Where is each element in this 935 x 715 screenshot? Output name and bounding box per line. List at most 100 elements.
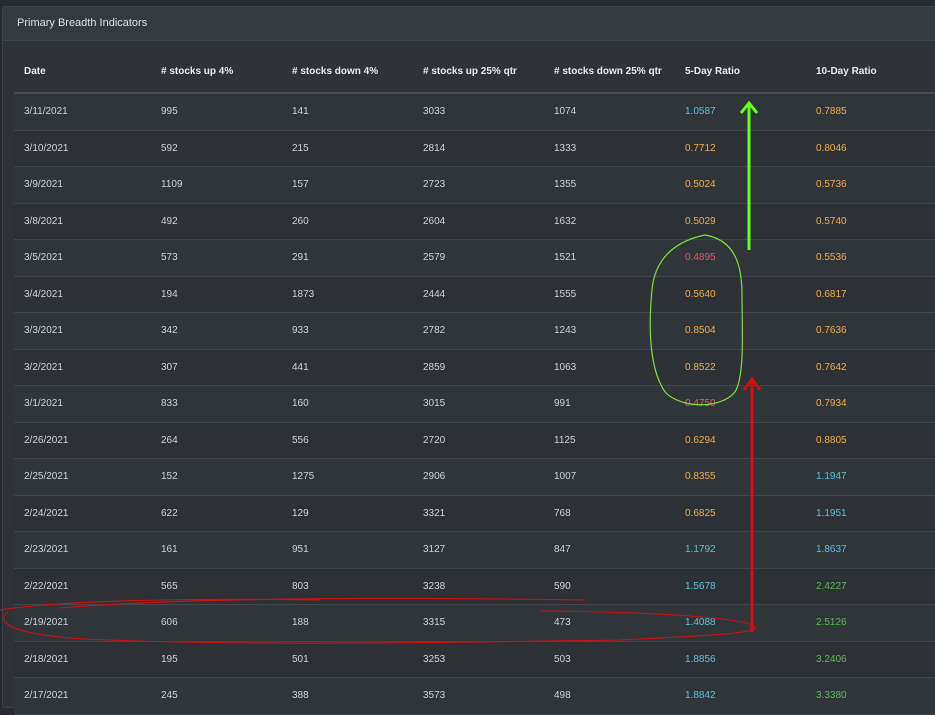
ratio-5-day-cell: 1.8856 [675,641,806,678]
stocks-up-4-cell: 152 [151,458,282,496]
stocks-down-25-cell: 1555 [544,276,675,313]
stocks-down-4-cell: 951 [282,531,413,569]
col-header-10-day-ratio[interactable]: 10-Day Ratio [806,50,935,94]
table-body: 3/11/2021 995 141 3033 1074 1.0587 0.7885 3/10/… [14,93,935,715]
table-row[interactable]: 2/19/2021 606 188 3315 473 1.4088 2.5126 [14,604,935,642]
table-row[interactable]: 3/4/2021 194 1873 2444 1555 0.5640 0.6817 [14,276,935,313]
ratio-5-day-cell: 0.5029 [675,203,806,240]
stocks-down-4-cell: 388 [282,677,413,715]
stocks-up-25-cell: 2906 [413,458,544,496]
stocks-down-25-cell: 590 [544,568,675,605]
ratio-10-day-cell: 0.5536 [806,239,935,277]
table-row[interactable]: 2/17/2021 245 388 3573 498 1.8842 3.3380 [14,677,935,715]
stocks-up-25-cell: 3238 [413,568,544,605]
stocks-up-25-cell: 3315 [413,604,544,642]
table-row[interactable]: 3/2/2021 307 441 2859 1063 0.8522 0.7642 [14,349,935,386]
stocks-down-4-cell: 157 [282,166,413,204]
stocks-up-4-cell: 245 [151,677,282,715]
date-cell: 3/3/2021 [14,312,151,350]
stocks-down-25-cell: 503 [544,641,675,678]
panel-title: Primary Breadth Indicators [3,7,935,41]
stocks-down-4-cell: 1275 [282,458,413,496]
stocks-up-4-cell: 492 [151,203,282,240]
stocks-down-25-cell: 1355 [544,166,675,204]
stocks-down-4-cell: 1873 [282,276,413,313]
date-cell: 3/5/2021 [14,239,151,277]
ratio-5-day-cell: 1.0587 [675,93,806,131]
date-cell: 2/23/2021 [14,531,151,569]
stocks-up-4-cell: 622 [151,495,282,532]
stocks-up-25-cell: 2859 [413,349,544,386]
stocks-up-25-cell: 2579 [413,239,544,277]
date-cell: 3/10/2021 [14,130,151,167]
table-row[interactable]: 2/22/2021 565 803 3238 590 1.5678 2.4227 [14,568,935,605]
table-row[interactable]: 3/8/2021 492 260 2604 1632 0.5029 0.5740 [14,203,935,240]
stocks-down-25-cell: 1074 [544,93,675,131]
stocks-up-4-cell: 565 [151,568,282,605]
col-header-stocks-down-4[interactable]: # stocks down 4% [282,50,413,94]
date-cell: 2/17/2021 [14,677,151,715]
col-header-stocks-up-4[interactable]: # stocks up 4% [151,50,282,94]
stocks-down-4-cell: 129 [282,495,413,532]
table-row[interactable]: 3/3/2021 342 933 2782 1243 0.8504 0.7636 [14,312,935,350]
stocks-up-25-cell: 3015 [413,385,544,423]
stocks-up-4-cell: 833 [151,385,282,423]
date-cell: 3/9/2021 [14,166,151,204]
breadth-table-container: Date # stocks up 4% # stocks down 4% # s… [14,50,935,715]
ratio-10-day-cell: 1.8637 [806,531,935,569]
stocks-up-4-cell: 307 [151,349,282,386]
col-header-5-day-ratio[interactable]: 5-Day Ratio [675,50,806,94]
ratio-10-day-cell: 2.5126 [806,604,935,642]
table-row[interactable]: 2/18/2021 195 501 3253 503 1.8856 3.2406 [14,641,935,678]
ratio-10-day-cell: 0.7885 [806,93,935,131]
date-cell: 3/11/2021 [14,93,151,131]
stocks-up-25-cell: 2814 [413,130,544,167]
date-cell: 2/25/2021 [14,458,151,496]
stocks-down-4-cell: 215 [282,130,413,167]
ratio-10-day-cell: 1.1947 [806,458,935,496]
ratio-5-day-cell: 0.5640 [675,276,806,313]
stocks-down-25-cell: 768 [544,495,675,532]
stocks-down-25-cell: 1521 [544,239,675,277]
ratio-5-day-cell: 1.5678 [675,568,806,605]
stocks-down-4-cell: 441 [282,349,413,386]
table-row[interactable]: 3/10/2021 592 215 2814 1333 0.7712 0.8046 [14,130,935,167]
ratio-5-day-cell: 0.8355 [675,458,806,496]
breadth-table: Date # stocks up 4% # stocks down 4% # s… [14,50,935,715]
ratio-10-day-cell: 0.6817 [806,276,935,313]
table-row[interactable]: 3/1/2021 833 160 3015 991 0.4750 0.7934 [14,385,935,423]
ratio-5-day-cell: 0.8522 [675,349,806,386]
ratio-5-day-cell: 0.8504 [675,312,806,350]
stocks-down-4-cell: 160 [282,385,413,423]
ratio-10-day-cell: 1.1951 [806,495,935,532]
stocks-down-25-cell: 991 [544,385,675,423]
stocks-down-25-cell: 1125 [544,422,675,459]
stocks-up-4-cell: 195 [151,641,282,678]
stocks-up-25-cell: 3321 [413,495,544,532]
date-cell: 3/4/2021 [14,276,151,313]
stocks-down-25-cell: 1007 [544,458,675,496]
ratio-10-day-cell: 3.2406 [806,641,935,678]
col-header-stocks-up-25-qtr[interactable]: # stocks up 25% qtr [413,50,544,94]
table-row[interactable]: 2/26/2021 264 556 2720 1125 0.6294 0.8805 [14,422,935,459]
stocks-down-4-cell: 188 [282,604,413,642]
stocks-up-4-cell: 573 [151,239,282,277]
ratio-10-day-cell: 0.5736 [806,166,935,204]
stocks-up-4-cell: 592 [151,130,282,167]
date-cell: 2/19/2021 [14,604,151,642]
table-row[interactable]: 3/5/2021 573 291 2579 1521 0.4895 0.5536 [14,239,935,277]
stocks-down-4-cell: 141 [282,93,413,131]
stocks-up-4-cell: 161 [151,531,282,569]
ratio-10-day-cell: 3.3380 [806,677,935,715]
col-header-stocks-down-25-qtr[interactable]: # stocks down 25% qtr [544,50,675,94]
table-row[interactable]: 2/24/2021 622 129 3321 768 0.6825 1.1951 [14,495,935,532]
stocks-down-4-cell: 501 [282,641,413,678]
stocks-down-25-cell: 473 [544,604,675,642]
table-row[interactable]: 3/9/2021 1109 157 2723 1355 0.5024 0.5736 [14,166,935,204]
table-row[interactable]: 2/25/2021 152 1275 2906 1007 0.8355 1.1947 [14,458,935,496]
stocks-down-25-cell: 1063 [544,349,675,386]
date-cell: 2/24/2021 [14,495,151,532]
table-row[interactable]: 2/23/2021 161 951 3127 847 1.1792 1.8637 [14,531,935,569]
col-header-date[interactable]: Date [14,50,151,94]
table-row[interactable]: 3/11/2021 995 141 3033 1074 1.0587 0.7885 [14,93,935,131]
